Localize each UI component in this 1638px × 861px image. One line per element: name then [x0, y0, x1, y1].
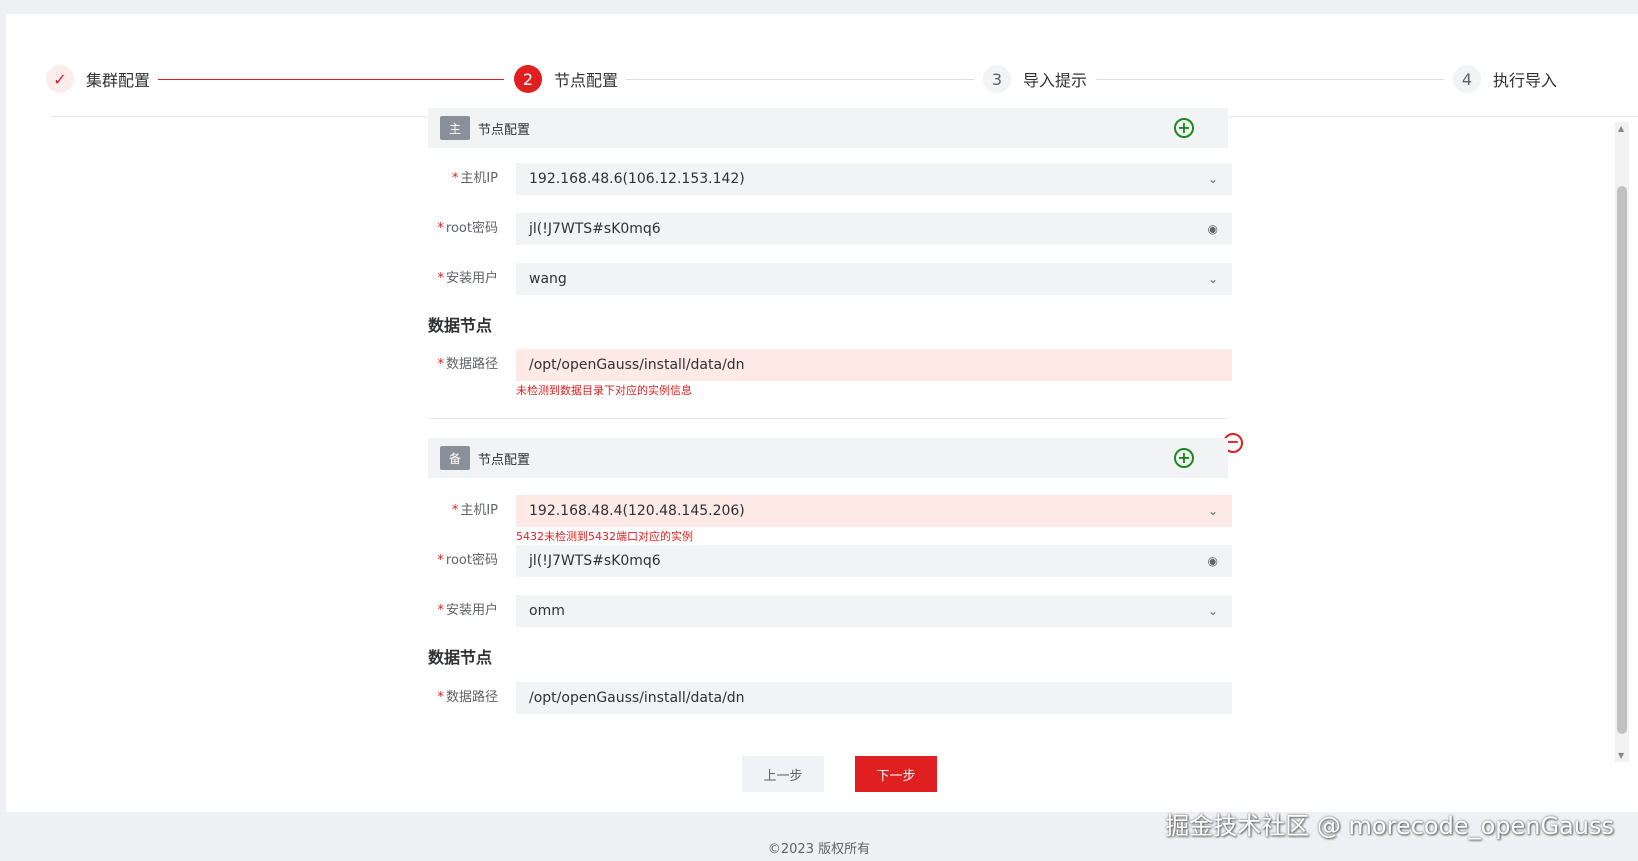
standby-root-password-input[interactable]: jl(!J7WTS#sK0mq6 ◉	[516, 545, 1232, 577]
master-root-password-input[interactable]: jl(!J7WTS#sK0mq6 ◉	[516, 213, 1232, 245]
data-path-label: 数据路径	[445, 357, 498, 372]
root-password-label: root密码	[445, 221, 498, 236]
master-host-ip-field: * 主机IP 192.168.48.6(106.12.153.142) ⌄	[428, 163, 1232, 195]
master-root-password-field: * root密码 jl(!J7WTS#sK0mq6 ◉	[428, 213, 1232, 245]
standby-host-ip-field: * 主机IP 192.168.48.4(120.48.145.206) ⌄ 543…	[428, 495, 1232, 543]
node-config-form: 主 节点配置 + * 主机IP 192.168.48.6(106.12.153.1…	[428, 108, 1243, 748]
scroll-up-icon[interactable]: ▲	[1618, 124, 1624, 133]
step-number: 3	[983, 65, 1011, 93]
role-tag-master: 主	[440, 116, 470, 140]
eye-icon[interactable]: ◉	[1208, 213, 1218, 245]
watermark: 掘金技术社区 @ morecode_openGauss	[1165, 812, 1614, 840]
step-execute-import[interactable]: 4 执行导入	[1453, 64, 1557, 94]
standby-host-ip-select[interactable]: 192.168.48.4(120.48.145.206) ⌄	[516, 495, 1232, 527]
step-connector	[158, 79, 504, 80]
standby-data-path-input[interactable]: /opt/openGauss/install/data/dn	[516, 682, 1232, 714]
standby-install-user-select[interactable]: omm ⌄	[516, 595, 1232, 627]
section-title: 节点配置	[478, 452, 531, 468]
chevron-down-icon: ⌄	[1207, 172, 1218, 186]
root-password-label: root密码	[445, 553, 498, 568]
chevron-down-icon: ⌄	[1207, 272, 1218, 286]
step-connector	[1096, 79, 1444, 80]
scrollbar-thumb[interactable]	[1617, 186, 1627, 734]
standby-section-header: 备 节点配置 +	[428, 438, 1228, 478]
standby-data-path-field: * 数据路径 /opt/openGauss/install/data/dn	[428, 682, 1232, 714]
scroll-down-icon[interactable]: ▼	[1618, 751, 1624, 760]
data-path-error: 未检测到数据目录下对应的实例信息	[516, 384, 692, 397]
standby-data-node-heading: 数据节点	[428, 648, 493, 667]
next-step-button[interactable]: 下一步	[855, 756, 937, 792]
step-connector	[626, 79, 974, 80]
section-divider	[428, 418, 1228, 419]
host-ip-label: 主机IP	[460, 171, 498, 186]
master-install-user-select[interactable]: wang ⌄	[516, 263, 1232, 295]
role-tag-standby: 备	[440, 446, 470, 470]
section-title: 节点配置	[478, 122, 531, 138]
chevron-down-icon: ⌄	[1207, 504, 1218, 518]
data-path-label: 数据路径	[445, 690, 498, 705]
step-label: 节点配置	[554, 71, 619, 90]
step-node-config[interactable]: 2 节点配置	[514, 64, 618, 94]
vertical-scrollbar[interactable]: ▲ ▼	[1615, 122, 1629, 762]
stepper: ✓ 集群配置 2 节点配置 3 导入提示 4 执行导入	[46, 64, 1626, 104]
install-user-label: 安装用户	[445, 271, 498, 286]
master-data-path-field: * 数据路径 /opt/openGauss/install/data/dn 未检测…	[428, 349, 1232, 397]
step-number: 4	[1453, 65, 1481, 93]
step-label: 导入提示	[1023, 71, 1088, 90]
step-cluster-config[interactable]: ✓ 集群配置	[46, 64, 150, 94]
host-ip-error: 5432未检测到5432端口对应的实例	[516, 530, 693, 543]
plus-circle-icon[interactable]: +	[1174, 448, 1194, 468]
master-data-node-heading: 数据节点	[428, 316, 493, 335]
host-ip-label: 主机IP	[460, 503, 498, 518]
master-install-user-field: * 安装用户 wang ⌄	[428, 263, 1232, 295]
chevron-down-icon: ⌄	[1207, 604, 1218, 618]
check-icon: ✓	[46, 65, 74, 93]
install-user-label: 安装用户	[445, 603, 498, 618]
step-number: 2	[514, 65, 542, 93]
standby-install-user-field: * 安装用户 omm ⌄	[428, 595, 1232, 627]
prev-step-button[interactable]: 上一步	[742, 756, 824, 792]
master-host-ip-select[interactable]: 192.168.48.6(106.12.153.142) ⌄	[516, 163, 1232, 195]
master-section-header: 主 节点配置 +	[428, 108, 1228, 148]
plus-circle-icon[interactable]: +	[1174, 118, 1194, 138]
eye-icon[interactable]: ◉	[1208, 545, 1218, 577]
step-label: 执行导入	[1493, 71, 1558, 90]
step-label: 集群配置	[86, 71, 151, 90]
step-import-hint[interactable]: 3 导入提示	[983, 64, 1087, 94]
master-data-path-input[interactable]: /opt/openGauss/install/data/dn	[516, 349, 1232, 381]
standby-root-password-field: * root密码 jl(!J7WTS#sK0mq6 ◉	[428, 545, 1232, 577]
